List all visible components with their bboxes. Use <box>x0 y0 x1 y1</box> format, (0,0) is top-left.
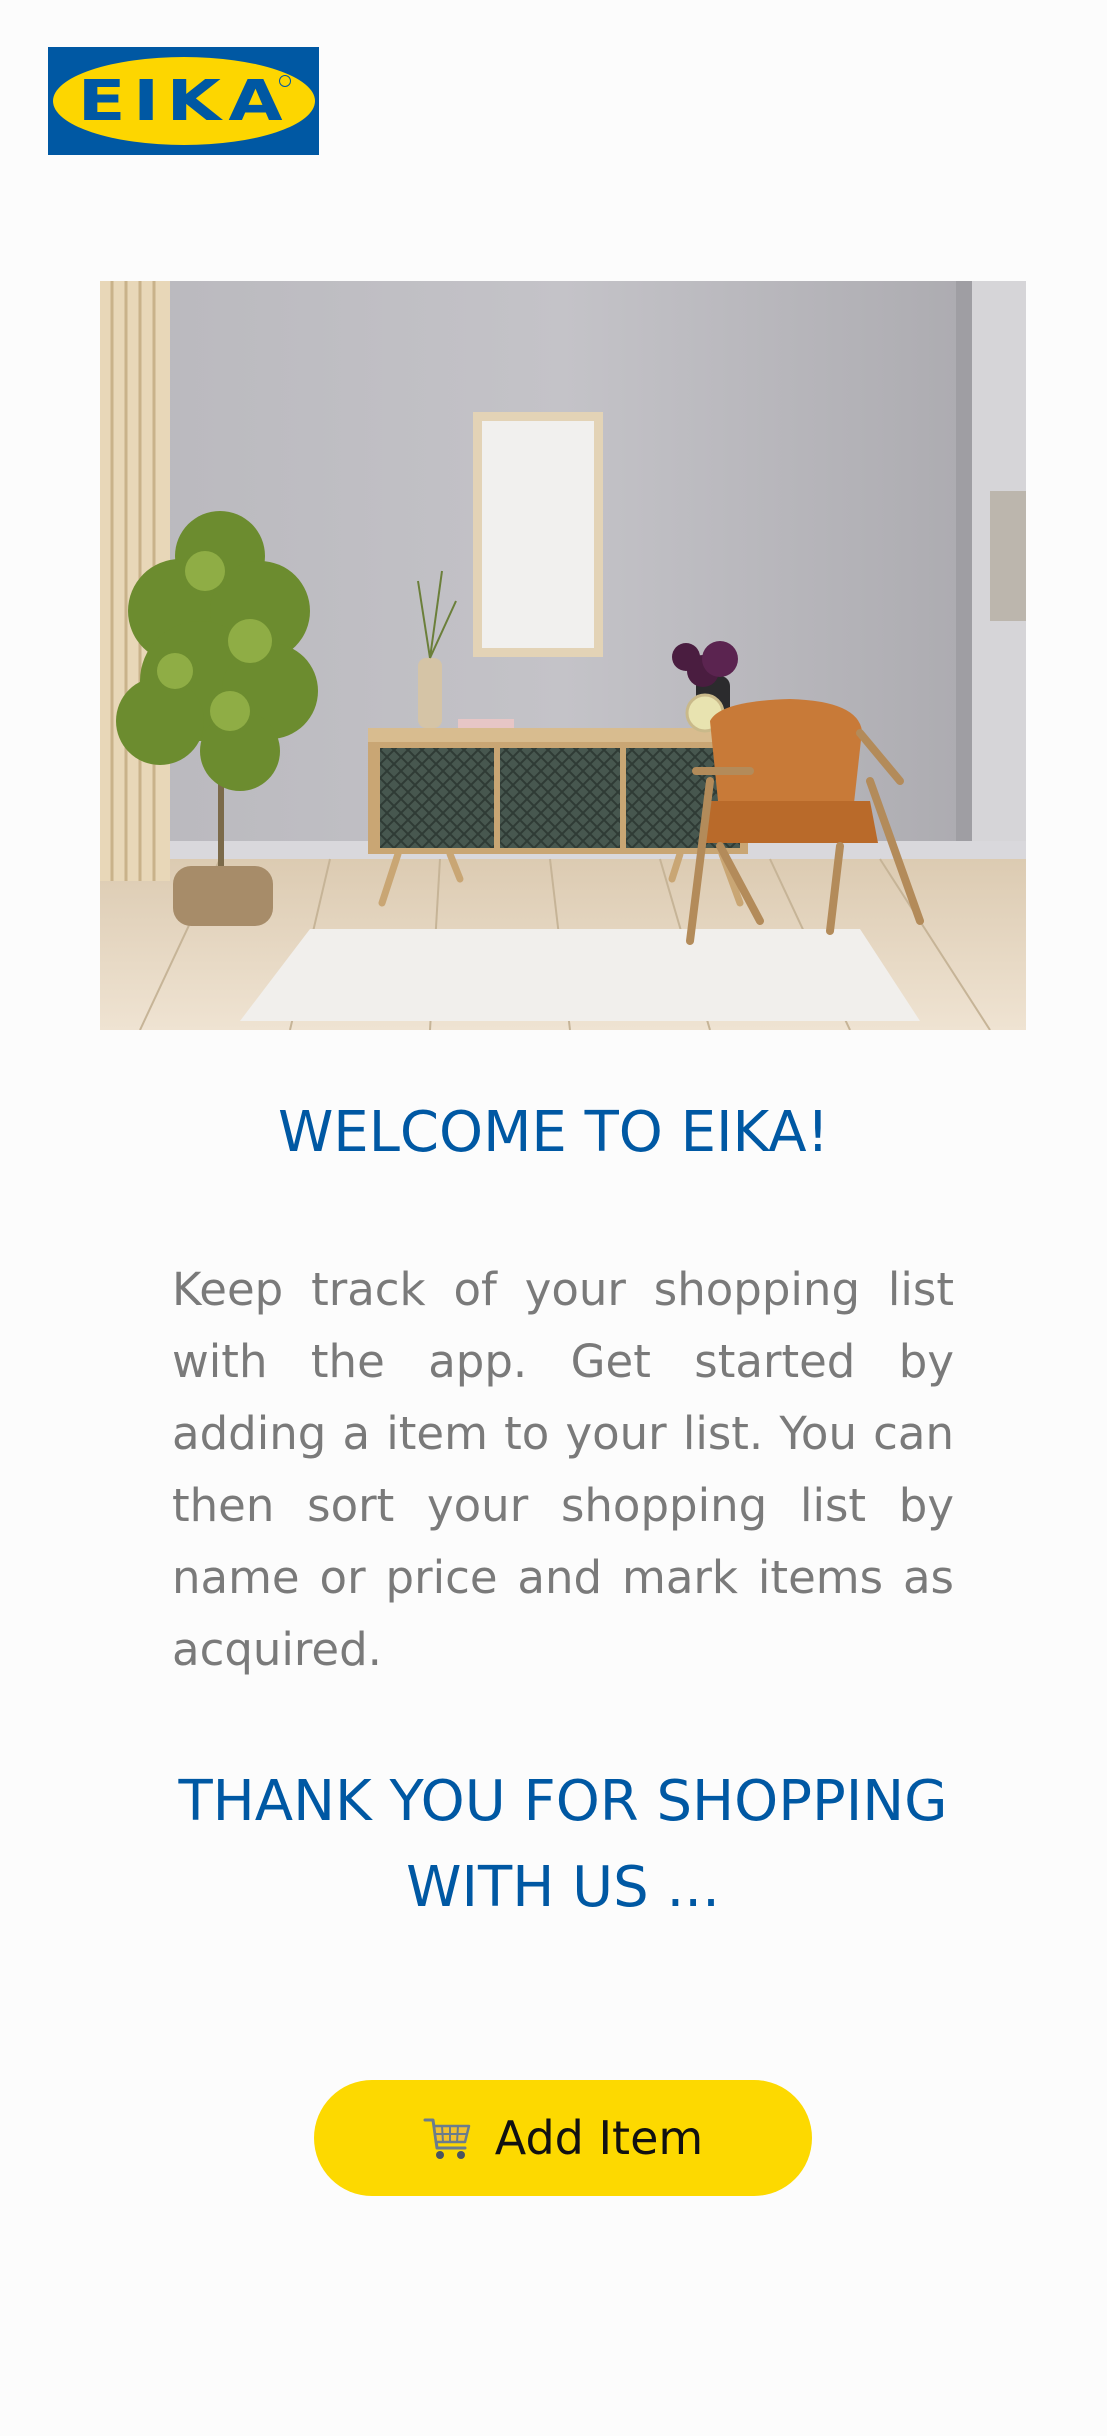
add-item-label: Add Item <box>494 2111 704 2165</box>
eika-logo: EIKA <box>48 47 319 155</box>
shopping-cart-icon <box>423 2114 473 2162</box>
add-item-button[interactable]: Add Item <box>314 2080 812 2196</box>
registered-mark <box>278 75 291 87</box>
thank-you-message: THANK YOU FOR SHOPPING WITH US ... <box>178 1769 948 1920</box>
intro-text: Keep track of your shopping list with th… <box>172 1263 954 1676</box>
logo-oval: EIKA <box>52 57 315 145</box>
welcome-title: WELCOME TO EIKA! <box>277 1100 830 1165</box>
logo-text: EIKA <box>77 68 290 134</box>
hero-image <box>100 281 1026 1030</box>
